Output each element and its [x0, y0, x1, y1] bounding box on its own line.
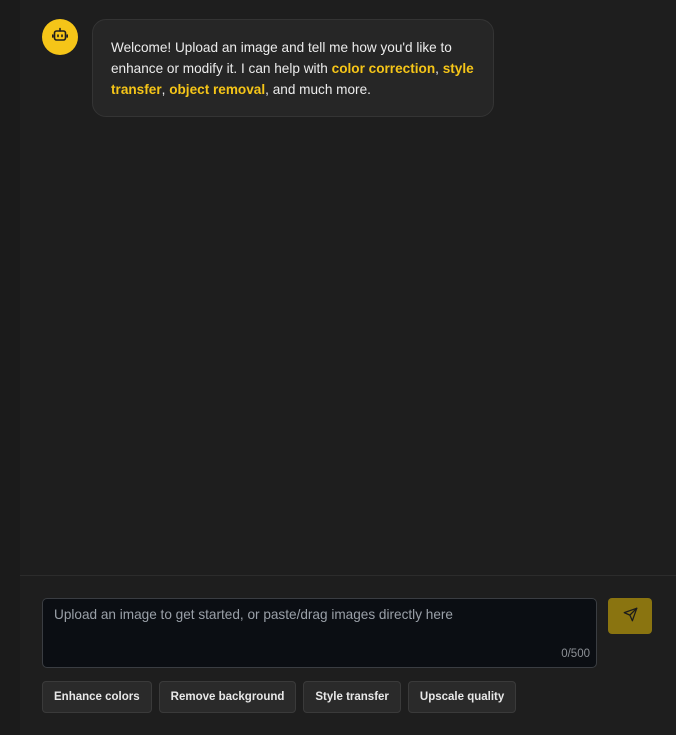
suggestion-chips: Enhance colors Remove background Style t… — [42, 681, 517, 713]
chat-app: Welcome! Upload an image and tell me how… — [0, 0, 676, 735]
send-icon — [623, 607, 638, 625]
highlight-object-removal: object removal — [169, 82, 266, 97]
message-text-end: , and much more. — [265, 82, 371, 97]
robot-icon — [52, 27, 68, 48]
assistant-message-bubble: Welcome! Upload an image and tell me how… — [92, 19, 494, 117]
message-separator: , — [435, 61, 443, 76]
left-edge — [0, 0, 20, 735]
message-list: Welcome! Upload an image and tell me how… — [20, 0, 676, 575]
suggestion-enhance-colors[interactable]: Enhance colors — [42, 681, 152, 713]
message-input[interactable] — [43, 599, 596, 667]
send-button[interactable] — [608, 598, 652, 634]
suggestion-remove-background[interactable]: Remove background — [158, 681, 297, 713]
suggestion-style-transfer[interactable]: Style transfer — [303, 681, 401, 713]
assistant-avatar — [42, 19, 78, 55]
highlight-color-correction: color correction — [331, 61, 436, 76]
message-input-container: 0/500 — [42, 598, 597, 668]
suggestion-upscale-quality[interactable]: Upscale quality — [407, 681, 517, 713]
composer: 0/500 Enhance colors Remove background S… — [20, 575, 676, 735]
character-counter: 0/500 — [561, 648, 590, 660]
